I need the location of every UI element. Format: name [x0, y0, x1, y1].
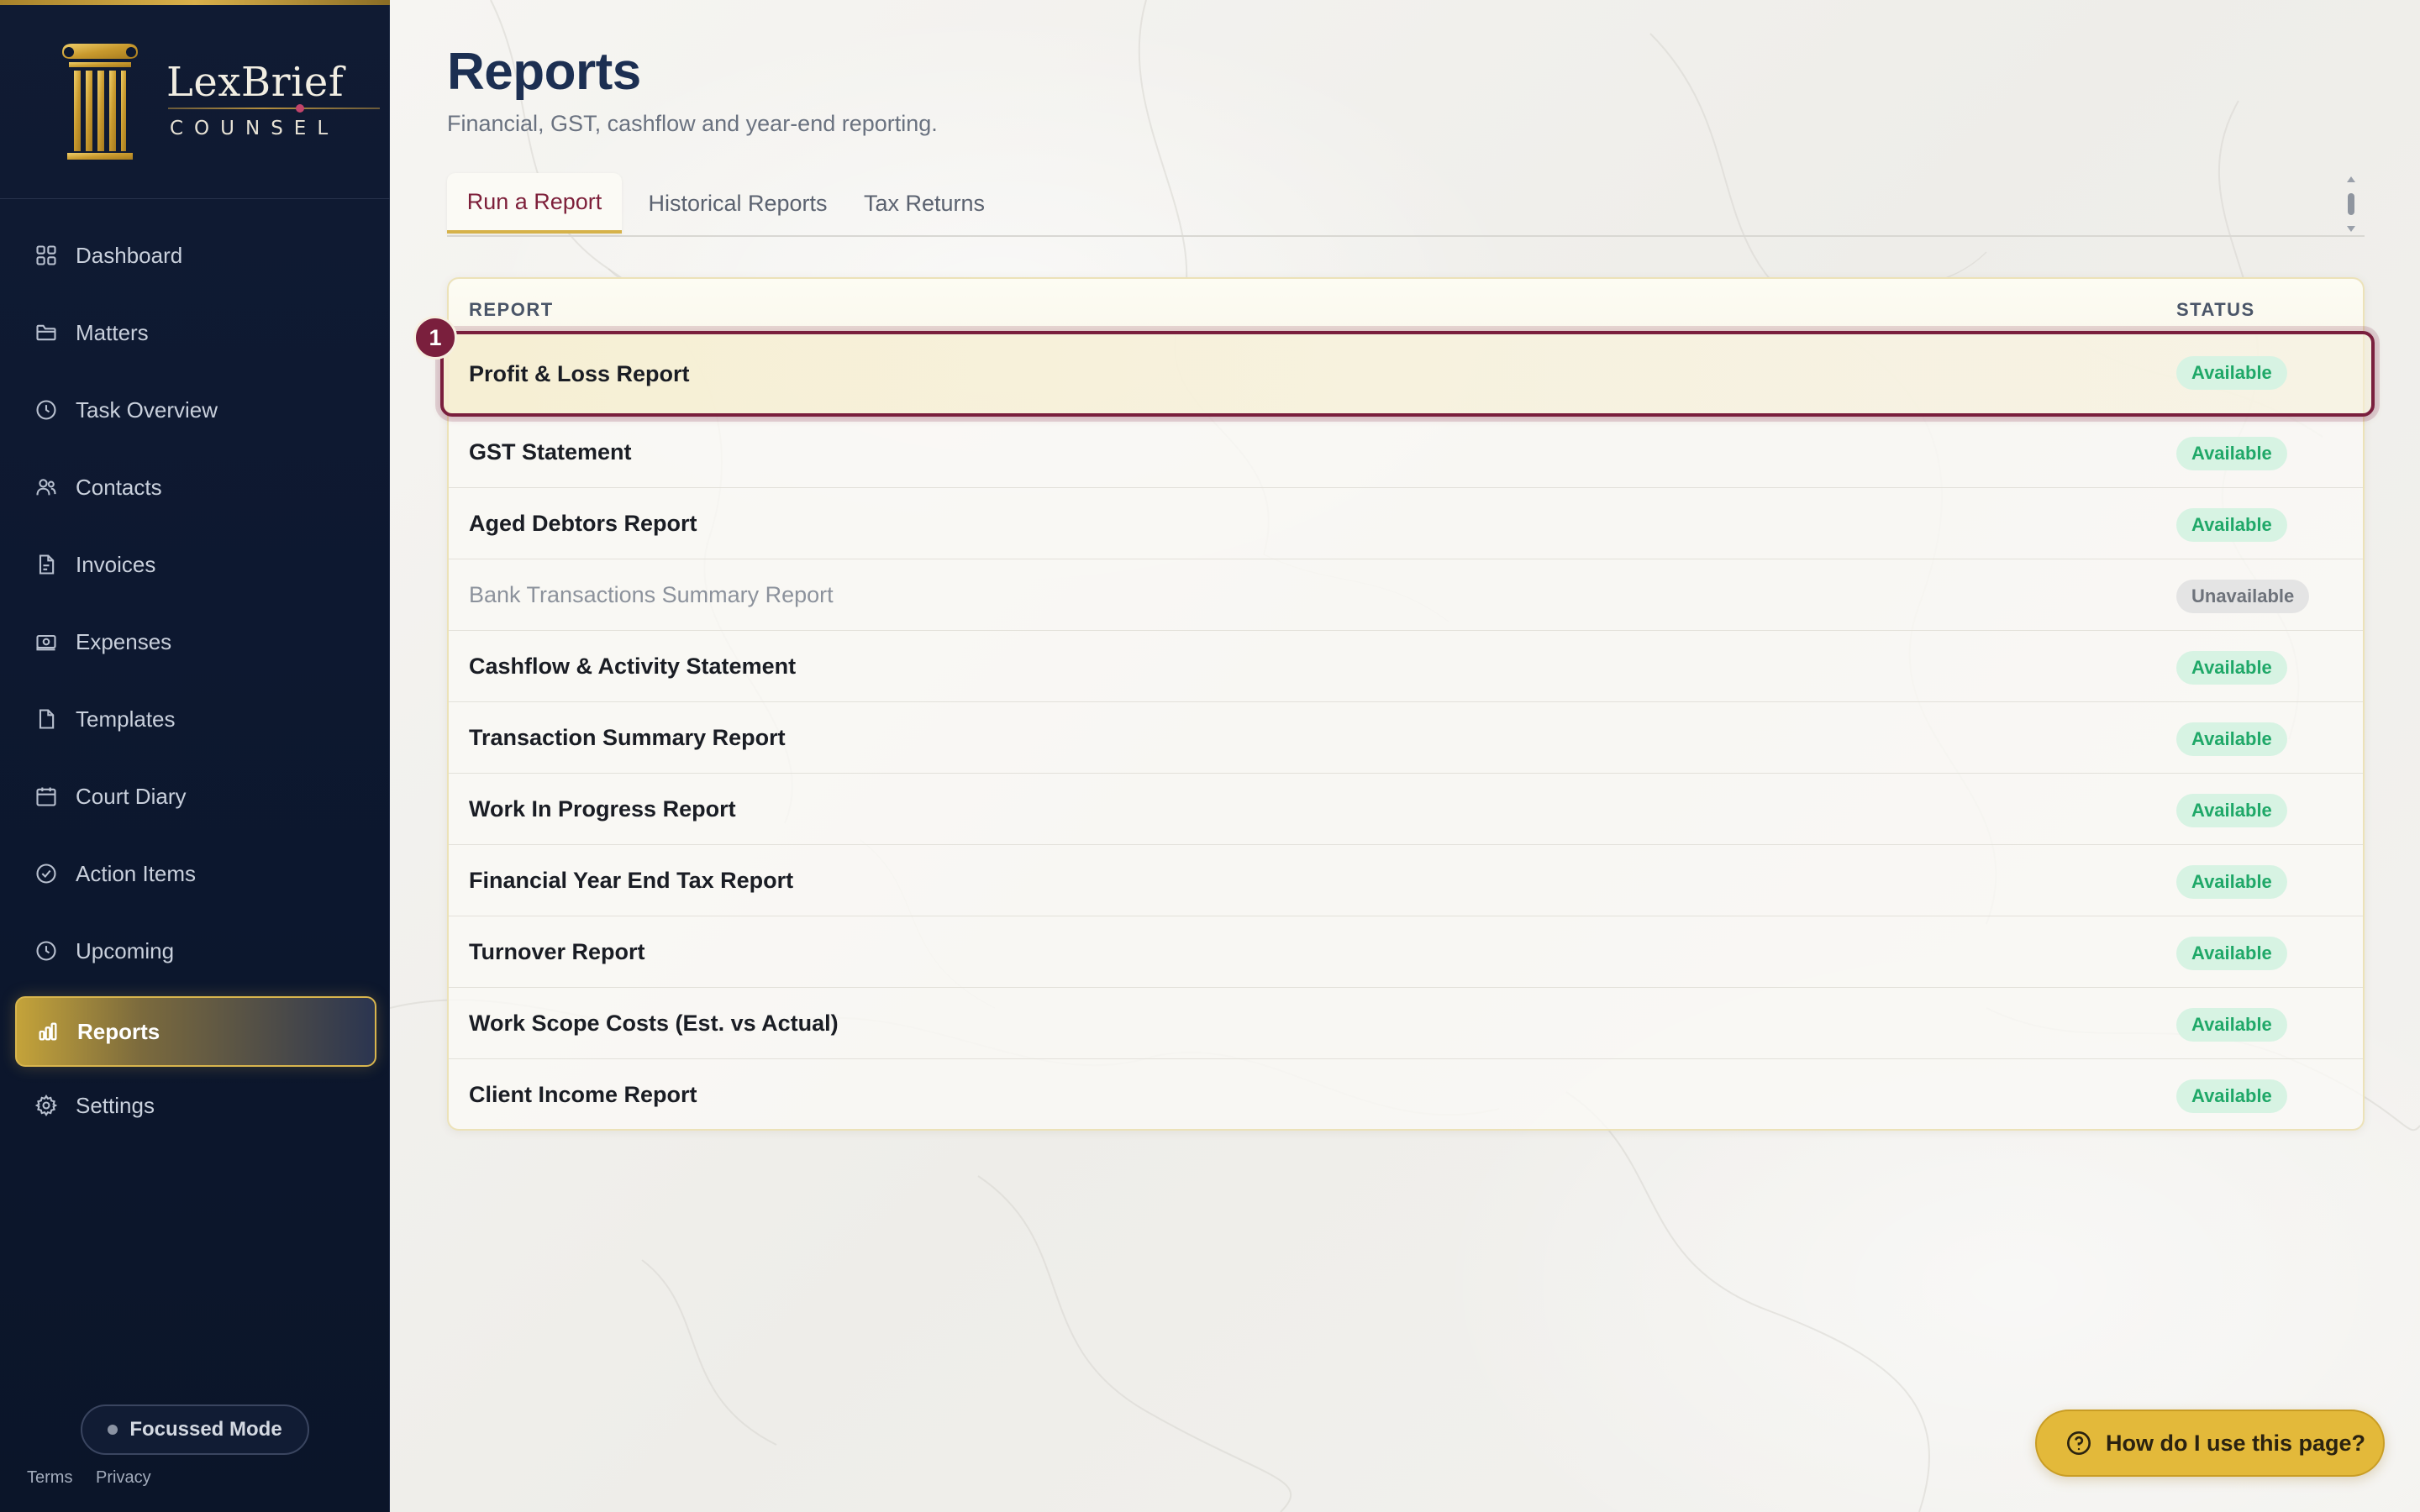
sidebar-item-reports[interactable]: Reports [15, 996, 376, 1067]
sidebar-item-label: Matters [76, 319, 149, 345]
users-icon [34, 475, 59, 500]
brand-divider [168, 108, 380, 109]
sidebar-item-label: Task Overview [76, 396, 218, 423]
tab-tax-returns[interactable]: Tax Returns [847, 173, 1002, 234]
sidebar-item-matters[interactable]: Matters [15, 297, 376, 368]
table-row[interactable]: Cashflow & Activity Statement Available [449, 631, 2363, 702]
status-badge: Available [2176, 865, 2287, 899]
calendar-icon [34, 784, 59, 809]
report-name: Profit & Loss Report [469, 360, 690, 386]
sidebar-item-dashboard[interactable]: Dashboard [15, 220, 376, 291]
table-row[interactable]: Financial Year End Tax Report Available [449, 845, 2363, 916]
sidebar-item-label: Action Items [76, 860, 197, 886]
invoice-file-icon [34, 552, 59, 577]
privacy-link[interactable]: Privacy [96, 1468, 151, 1488]
table-row: Bank Transactions Summary Report Unavail… [449, 559, 2363, 631]
status-badge: Unavailable [2176, 580, 2310, 613]
sidebar-item-label: Dashboard [76, 242, 183, 268]
report-name: Work In Progress Report [469, 796, 736, 822]
help-button[interactable]: How do I use this page? [2035, 1410, 2385, 1477]
sidebar-item-label: Contacts [76, 474, 162, 500]
sidebar-item-label: Reports [77, 1018, 160, 1044]
status-badge: Available [2176, 1079, 2287, 1113]
report-name: Work Scope Costs (Est. vs Actual) [469, 1011, 839, 1036]
report-name: Transaction Summary Report [469, 725, 786, 750]
sidebar-item-label: Court Diary [76, 783, 187, 809]
brand-logo[interactable]: LexBrief COUNSEL [54, 40, 380, 166]
step-marker: 1 [413, 316, 457, 360]
terms-link[interactable]: Terms [27, 1468, 72, 1488]
brand-separator [0, 198, 390, 199]
tab-run-a-report[interactable]: Run a Report [447, 173, 622, 234]
sidebar-item-expenses[interactable]: Expenses [15, 606, 376, 677]
sidebar-item-templates[interactable]: Templates [15, 684, 376, 754]
report-name: Turnover Report [469, 939, 645, 964]
banknote-icon [34, 629, 59, 654]
pillar-logo-icon [62, 44, 138, 160]
status-badge: Available [2176, 937, 2287, 970]
table-row[interactable]: 1 Profit & Loss Report Available [413, 316, 2375, 417]
status-badge: Available [2176, 1008, 2287, 1042]
brand-divider-dot [296, 104, 304, 113]
sidebar-item-court-diary[interactable]: Court Diary [15, 761, 376, 832]
page-title: Reports [447, 43, 641, 101]
sidebar-item-invoices[interactable]: Invoices [15, 529, 376, 600]
table-row[interactable]: GST Statement Available [449, 417, 2363, 488]
dashboard-grid-icon [34, 243, 59, 268]
sidebar-item-label: Expenses [76, 628, 172, 654]
table-row[interactable]: Aged Debtors Report Available [449, 488, 2363, 559]
brand-tagline: COUNSEL [170, 118, 339, 139]
reports-table: REPORT STATUS 1 Profit & Loss Report Ava… [413, 277, 2375, 1131]
clock-icon [34, 397, 59, 423]
status-badge: Available [2176, 794, 2287, 827]
report-name: Financial Year End Tax Report [469, 868, 794, 893]
help-button-label: How do I use this page? [2106, 1430, 2366, 1456]
bar-chart-icon [35, 1019, 60, 1044]
table-row[interactable]: Work Scope Costs (Est. vs Actual) Availa… [449, 988, 2363, 1059]
focus-mode-status-dot [108, 1425, 118, 1435]
check-circle-icon [34, 861, 59, 886]
table-row[interactable]: Turnover Report Available [449, 916, 2363, 988]
table-row[interactable]: Transaction Summary Report Available [449, 702, 2363, 774]
page-subtitle: Financial, GST, cashflow and year-end re… [447, 111, 938, 136]
focus-mode-label: Focussed Mode [129, 1418, 282, 1441]
table-header: REPORT STATUS [449, 279, 2363, 334]
status-badge: Available [2176, 508, 2287, 542]
folder-icon [34, 320, 59, 345]
question-circle-icon [2067, 1431, 2091, 1455]
sidebar-item-label: Invoices [76, 551, 156, 577]
tab-historical-reports[interactable]: Historical Reports [637, 173, 839, 234]
status-badge: Available [2176, 651, 2287, 685]
tabs-scroll-indicator-icon[interactable] [2344, 173, 2358, 235]
main-content: Reports Financial, GST, cashflow and yea… [390, 0, 2420, 1512]
sidebar: LexBrief COUNSEL Dashboard Matters Task … [0, 0, 390, 1512]
report-tabs: Run a Report Historical Reports Tax Retu… [447, 173, 2365, 237]
column-header-report: REPORT [469, 299, 554, 320]
table-row[interactable]: Work In Progress Report Available [449, 774, 2363, 845]
report-name: Bank Transactions Summary Report [469, 582, 834, 607]
focus-mode-toggle[interactable]: Focussed Mode [81, 1404, 309, 1455]
sidebar-item-label: Templates [76, 706, 176, 732]
table-row[interactable]: Client Income Report Available [449, 1059, 2363, 1131]
report-name: Cashflow & Activity Statement [469, 654, 797, 679]
status-badge: Available [2176, 437, 2287, 470]
clock-icon [34, 938, 59, 963]
report-name: Client Income Report [469, 1082, 697, 1107]
sidebar-item-label: Upcoming [76, 937, 175, 963]
sidebar-accent-bar [0, 0, 390, 5]
document-icon [34, 706, 59, 732]
gear-icon [34, 1093, 59, 1118]
status-badge: Available [2176, 356, 2287, 390]
report-name: Aged Debtors Report [469, 511, 697, 536]
sidebar-item-task-overview[interactable]: Task Overview [15, 375, 376, 445]
report-name: GST Statement [469, 439, 632, 465]
sidebar-item-action-items[interactable]: Action Items [15, 838, 376, 909]
brand-name: LexBrief [166, 59, 345, 106]
status-badge: Available [2176, 722, 2287, 756]
sidebar-item-label: Settings [76, 1092, 155, 1118]
sidebar-item-contacts[interactable]: Contacts [15, 452, 376, 522]
column-header-status: STATUS [2176, 299, 2255, 320]
sidebar-item-settings[interactable]: Settings [15, 1070, 376, 1141]
sidebar-item-upcoming[interactable]: Upcoming [15, 916, 376, 986]
